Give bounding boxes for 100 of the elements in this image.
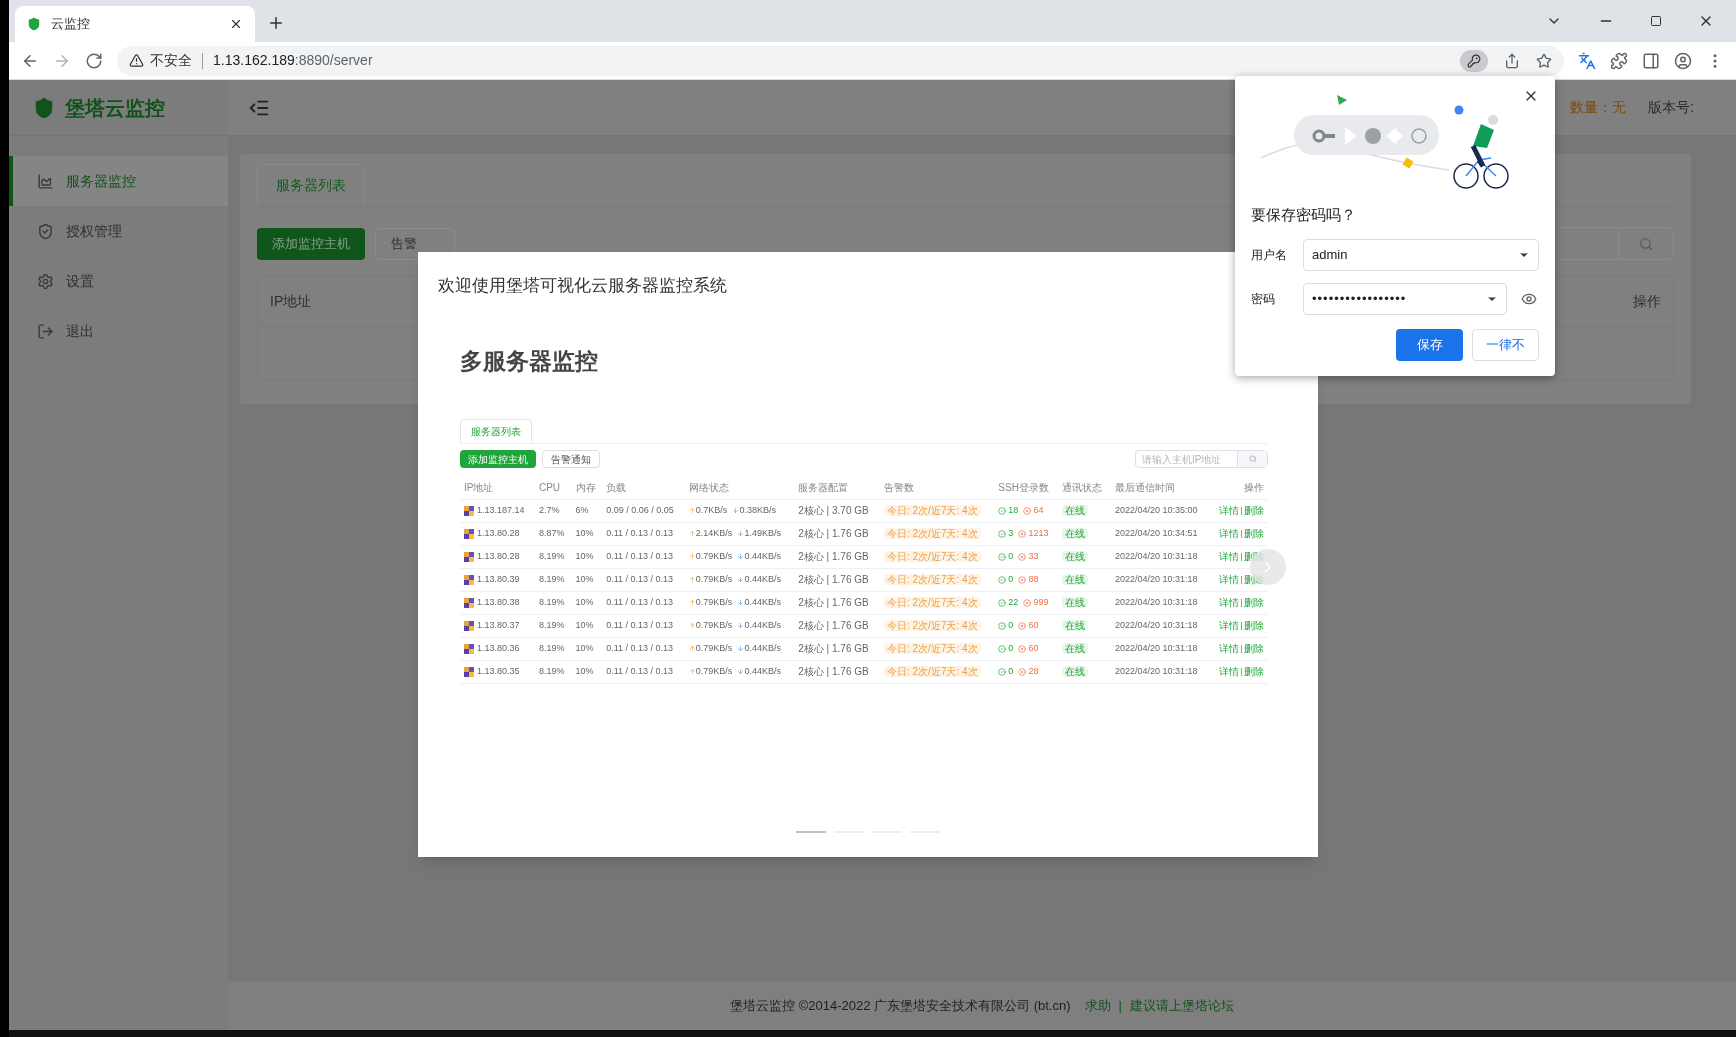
delete-link[interactable]: 删除 [1244, 618, 1264, 633]
sidebar-item[interactable]: 授权管理 [9, 206, 228, 256]
header-info: 版本号: [1648, 98, 1694, 117]
maximize-icon[interactable] [1650, 15, 1662, 27]
profile-icon[interactable] [1674, 51, 1692, 70]
translate-icon[interactable] [1578, 51, 1596, 70]
header-info: 数量：无 [1570, 98, 1627, 117]
server-config: 2核心 | 1.76 GB [798, 665, 869, 677]
alert-count-tag: 今日: 2次/近7天: 4次 [884, 504, 981, 516]
column-header: 操作 [1209, 476, 1268, 499]
download-speed: 0.38KB/s [739, 503, 776, 517]
upload-arrow-icon [688, 668, 696, 675]
key-icon[interactable] [1467, 53, 1481, 68]
colored-squares-icon [464, 597, 474, 608]
reload-icon[interactable] [85, 51, 103, 70]
status-tag: 在线 [1062, 665, 1089, 677]
address-bar[interactable]: 不安全 1.13.162.189:8890/server [117, 45, 1564, 76]
table-cell: 10% [571, 591, 603, 614]
upload-arrow-icon [688, 622, 696, 629]
settings-icon [37, 272, 54, 290]
ip-address: 1.13.80.28 [477, 549, 520, 563]
upload-arrow-icon [688, 530, 696, 537]
delete-link[interactable]: 删除 [1244, 664, 1264, 679]
side-panel-icon[interactable] [1642, 51, 1660, 70]
preview-button[interactable]: 告警通知 [542, 450, 600, 468]
browser-tab[interactable]: 云监控 [15, 6, 255, 42]
table-cell: 8.19% [534, 637, 572, 660]
delete-link[interactable]: 删除 [1244, 595, 1264, 610]
server-config: 2核心 | 1.76 GB [798, 527, 869, 539]
detail-link[interactable]: 详情 [1219, 503, 1239, 518]
shield-icon [27, 17, 41, 31]
alert-count-tag: 今日: 2次/近7天: 4次 [884, 527, 981, 539]
check-circle-icon [998, 621, 1007, 630]
table-cell: 0.11 / 0.13 / 0.13 [602, 591, 685, 614]
delete-link[interactable]: 删除 [1244, 549, 1264, 564]
ssh-success-count: 0 [1008, 549, 1014, 563]
x-circle-icon [1023, 598, 1032, 607]
close-icon[interactable] [229, 17, 243, 31]
sidebar-item[interactable]: 退出 [9, 306, 228, 356]
alert-count-tag: 今日: 2次/近7天: 4次 [884, 642, 981, 654]
logo-icon [33, 96, 55, 119]
sidebar-item[interactable]: 服务器监控 [9, 156, 228, 206]
ip-address: 1.13.80.39 [477, 572, 520, 586]
extensions-icon[interactable] [1610, 51, 1628, 70]
server-config: 2核心 | 1.76 GB [798, 550, 869, 562]
field-label: 密码 [1251, 290, 1276, 308]
share-icon[interactable] [1504, 52, 1520, 69]
delete-link[interactable]: 删除 [1244, 526, 1264, 541]
check-circle-icon [998, 552, 1007, 561]
detail-link[interactable]: 详情 [1219, 572, 1239, 587]
upload-arrow-icon [688, 599, 696, 606]
tab[interactable]: 服务器列表 [257, 164, 365, 206]
detail-link[interactable]: 详情 [1219, 526, 1239, 541]
download-speed: 0.44KB/s [744, 595, 781, 609]
upload-arrow-icon [688, 507, 696, 514]
column-header: 服务器配置 [794, 476, 880, 499]
table-cell: 2022/04/20 10:31:18 [1110, 568, 1210, 591]
bookmark-star-icon[interactable] [1536, 52, 1552, 69]
upload-arrow-icon [688, 576, 696, 583]
action-button[interactable]: 添加监控主机 [257, 227, 365, 260]
detail-link[interactable]: 详情 [1219, 595, 1239, 610]
ssh-success-count: 22 [1008, 595, 1019, 609]
check-circle-icon [998, 598, 1007, 607]
ip-address: 1.13.80.38 [477, 595, 520, 609]
help-link[interactable]: 求助 [1084, 996, 1111, 1016]
upload-speed: 0.79KB/s [695, 572, 733, 586]
table-cell: 2022/04/20 10:35:00 [1110, 499, 1210, 522]
table-cell: 2022/04/20 10:34:51 [1110, 522, 1210, 545]
alert-count-tag: 今日: 2次/近7天: 4次 [884, 665, 981, 677]
sidebar-item[interactable]: 设置 [9, 256, 228, 306]
table-cell: 0.11 / 0.13 / 0.13 [602, 522, 685, 545]
detail-link[interactable]: 详情 [1219, 664, 1239, 679]
delete-link[interactable]: 删除 [1244, 503, 1264, 518]
server-config: 2核心 | 1.76 GB [798, 619, 869, 631]
ssh-fail-count: 1213 [1028, 526, 1049, 540]
delete-link[interactable]: 删除 [1244, 572, 1264, 587]
delete-link[interactable]: 删除 [1244, 641, 1264, 656]
forum-link[interactable]: 建议请上堡塔论坛 [1129, 996, 1234, 1016]
never-button[interactable]: 一律不 [1472, 328, 1539, 361]
detail-link[interactable]: 详情 [1219, 641, 1239, 656]
username-field[interactable]: admin [1303, 238, 1539, 271]
new-tab-icon[interactable] [267, 14, 285, 32]
password-field[interactable]: ••••••••••••••••• [1303, 282, 1507, 315]
ip-address: 1.13.80.36 [477, 641, 520, 655]
copyright-text: 堡塔云监控 ©2014-2022 广东堡塔安全技术有限公司 (bt.cn) [730, 997, 1071, 1016]
upload-speed: 0.79KB/s [695, 641, 733, 655]
detail-link[interactable]: 详情 [1219, 618, 1239, 633]
logout-icon [37, 322, 54, 340]
warning-icon [129, 53, 144, 68]
table-cell: 0.11 / 0.13 / 0.13 [602, 568, 685, 591]
ssh-success-count: 0 [1008, 641, 1014, 655]
upload-arrow-icon [688, 553, 696, 560]
check-circle-icon [998, 575, 1007, 584]
colored-squares-icon [464, 666, 474, 677]
check-circle-icon [998, 529, 1007, 538]
save-button[interactable]: 保存 [1396, 328, 1463, 361]
detail-link[interactable]: 详情 [1219, 549, 1239, 564]
preview-button[interactable]: 添加监控主机 [460, 450, 536, 468]
alert-count-tag: 今日: 2次/近7天: 4次 [884, 596, 981, 608]
tab[interactable]: 服务器列表 [460, 419, 532, 443]
